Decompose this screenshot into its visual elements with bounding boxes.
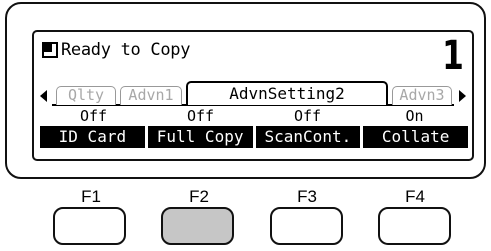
value-collate: On (405, 107, 424, 125)
tab-qlty[interactable]: Qlty (56, 86, 116, 105)
tab-right-arrow-icon[interactable] (459, 90, 466, 102)
setting-values: Off Off Off On (40, 108, 468, 125)
f3-button[interactable] (270, 207, 343, 245)
function-scan-cont[interactable]: ScanCont. (255, 126, 361, 148)
tab-advn1[interactable]: Advn1 (120, 86, 182, 105)
function-labels: ID Card Full Copy ScanCont. Collate (40, 126, 468, 148)
f3-label: F3 (297, 187, 317, 206)
function-collate[interactable]: Collate (363, 126, 468, 148)
status-text: Ready to Copy (61, 40, 191, 60)
copy-count: 1 (442, 33, 464, 79)
function-full-copy[interactable]: Full Copy (147, 126, 253, 148)
lcd-screen: Ready to Copy 1 Qlty Advn1 AdvnSetting2 … (32, 30, 474, 161)
f4-button[interactable] (378, 207, 451, 245)
value-scan-cont: Off (293, 107, 322, 125)
f1-label: F1 (81, 187, 101, 206)
tab-advn3[interactable]: Advn3 (392, 86, 452, 105)
function-id-card[interactable]: ID Card (40, 126, 145, 148)
copy-mode-icon (42, 42, 58, 58)
value-id-card: Off (79, 107, 108, 125)
settings-tabs: Qlty Advn1 AdvnSetting2 Advn3 (40, 81, 466, 106)
tab-advnsetting2[interactable]: AdvnSetting2 (186, 81, 388, 105)
f2-label: F2 (189, 187, 209, 206)
f2-button[interactable] (161, 207, 234, 245)
f1-button[interactable] (53, 207, 126, 245)
status-bar: Ready to Copy (42, 38, 190, 62)
tab-left-arrow-icon[interactable] (40, 90, 47, 102)
f4-label: F4 (405, 187, 425, 206)
control-panel: Ready to Copy 1 Qlty Advn1 AdvnSetting2 … (5, 2, 486, 179)
value-full-copy: Off (186, 107, 215, 125)
